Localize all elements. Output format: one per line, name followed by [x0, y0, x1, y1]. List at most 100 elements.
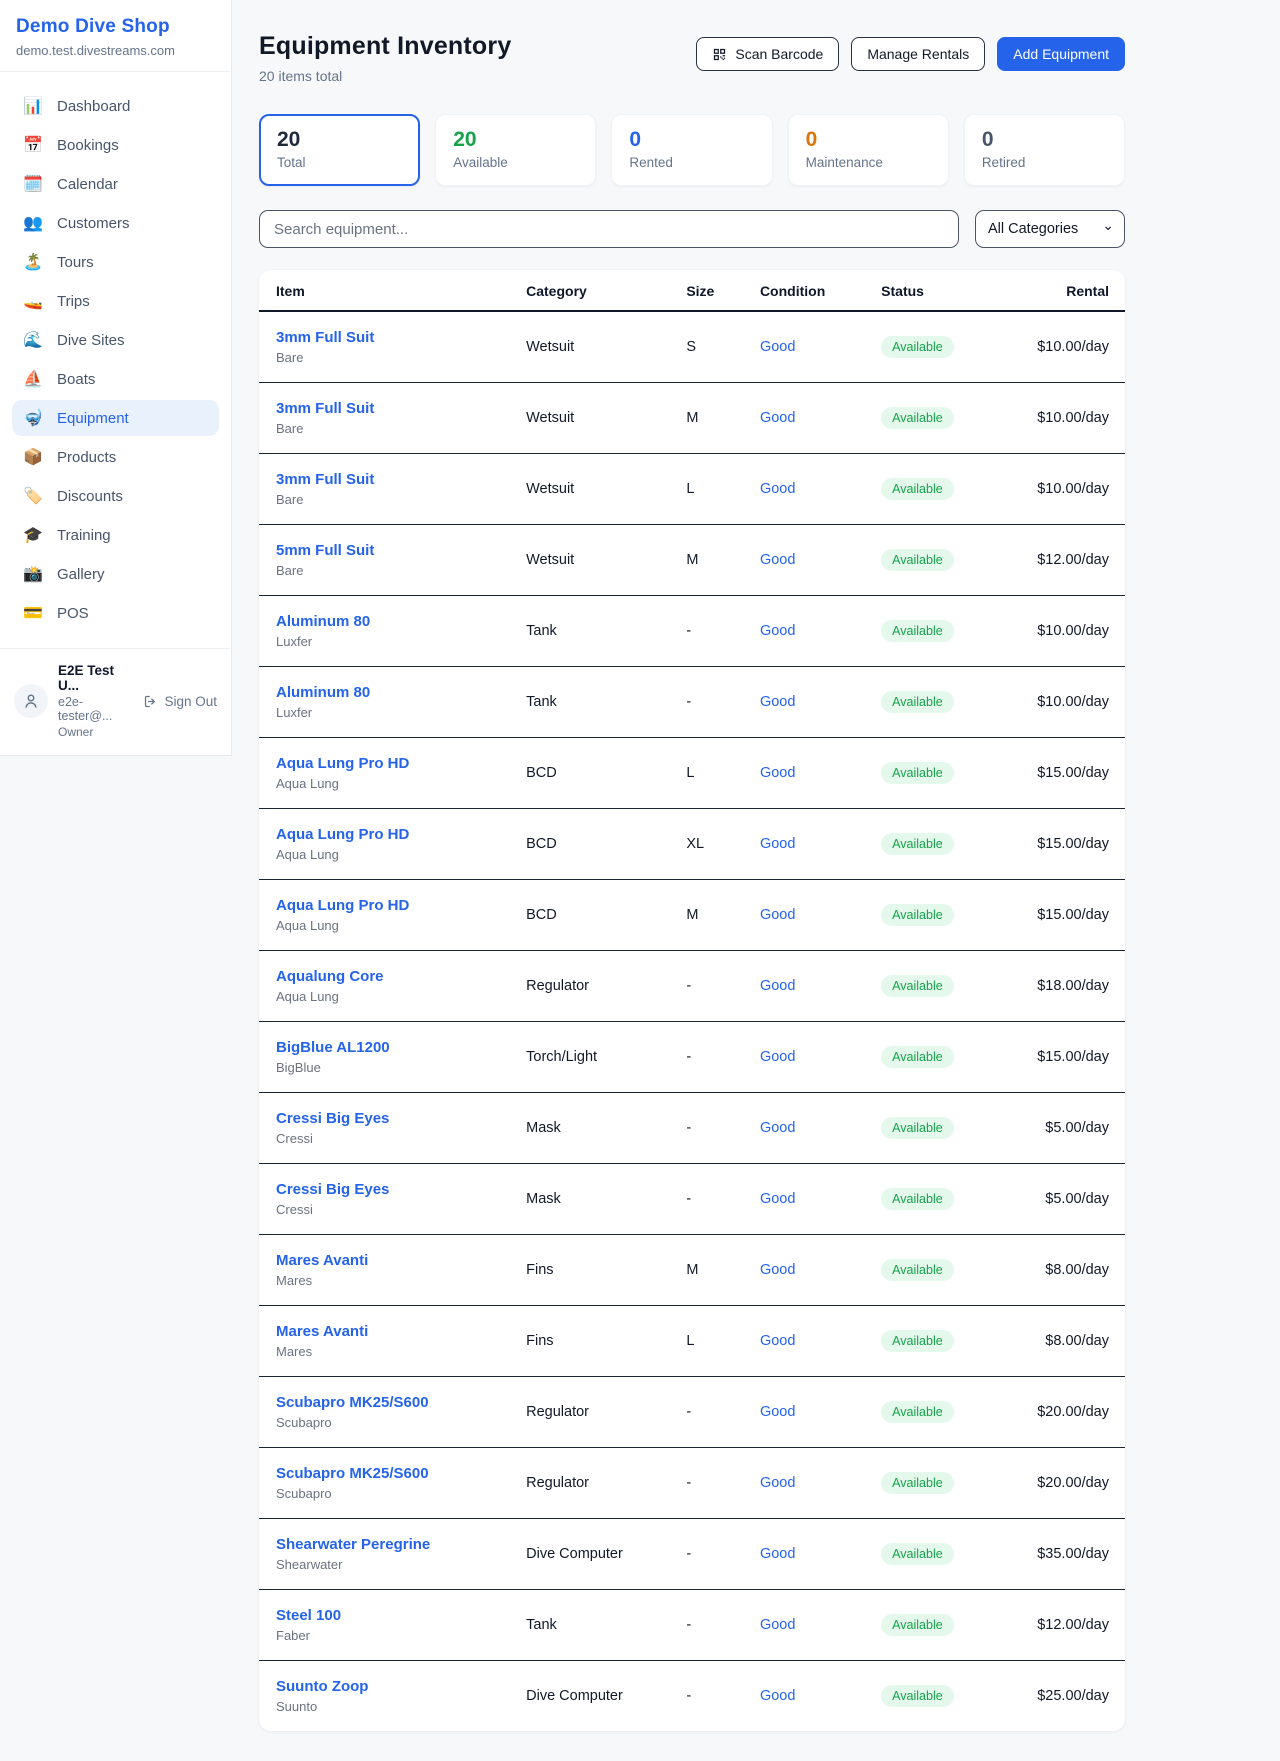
item-name-link[interactable]: Aluminum 80 [276, 684, 370, 701]
add-equipment-button[interactable]: Add Equipment [997, 37, 1125, 71]
column-header-rental: Rental [1012, 270, 1125, 311]
rental-cell: $35.00/day [1012, 1519, 1125, 1590]
column-header-condition: Condition [744, 270, 865, 311]
item-name-link[interactable]: 3mm Full Suit [276, 329, 374, 346]
sidebar-item-pos[interactable]: 💳 POS [12, 595, 219, 631]
status-badge: Available [881, 833, 954, 855]
status-cell: Available [865, 596, 1012, 667]
condition-link[interactable]: Good [760, 978, 795, 994]
condition-cell: Good [744, 667, 865, 738]
condition-link[interactable]: Good [760, 1262, 795, 1278]
sidebar-item-gallery[interactable]: 📸 Gallery [12, 556, 219, 592]
item-brand: Faber [276, 1628, 494, 1643]
nav-item-label: Products [57, 449, 116, 466]
item-name-link[interactable]: Aqua Lung Pro HD [276, 897, 409, 914]
condition-link[interactable]: Good [760, 907, 795, 923]
nav-item-icon: 🗓️ [22, 174, 44, 194]
condition-link[interactable]: Good [760, 1404, 795, 1420]
item-cell: BigBlue AL1200 BigBlue [259, 1022, 510, 1093]
status-cell: Available [865, 738, 1012, 809]
sidebar-item-training[interactable]: 🎓 Training [12, 517, 219, 553]
condition-link[interactable]: Good [760, 1049, 795, 1065]
stat-card-retired[interactable]: 0 Retired [964, 114, 1125, 186]
status-badge: Available [881, 1401, 954, 1423]
item-name-link[interactable]: Scubapro MK25/S600 [276, 1465, 429, 1482]
condition-link[interactable]: Good [760, 1333, 795, 1349]
item-name-link[interactable]: 5mm Full Suit [276, 542, 374, 559]
sidebar-item-dive-sites[interactable]: 🌊 Dive Sites [12, 322, 219, 358]
sidebar-item-trips[interactable]: 🚤 Trips [12, 283, 219, 319]
condition-link[interactable]: Good [760, 410, 795, 426]
stat-card-rented[interactable]: 0 Rented [611, 114, 772, 186]
sidebar-item-boats[interactable]: ⛵ Boats [12, 361, 219, 397]
sidebar-item-dashboard[interactable]: 📊 Dashboard [12, 88, 219, 124]
stat-card-maintenance[interactable]: 0 Maintenance [788, 114, 949, 186]
item-name-link[interactable]: Aqualung Core [276, 968, 384, 985]
manage-rentals-button[interactable]: Manage Rentals [851, 37, 985, 71]
item-name-link[interactable]: Aqua Lung Pro HD [276, 755, 409, 772]
item-name-link[interactable]: 3mm Full Suit [276, 471, 374, 488]
sidebar-item-tours[interactable]: 🏝️ Tours [12, 244, 219, 280]
item-cell: Scubapro MK25/S600 Scubapro [259, 1377, 510, 1448]
sidebar-item-equipment[interactable]: 🤿 Equipment [12, 400, 219, 436]
size-cell: L [670, 454, 744, 525]
category-select[interactable]: All Categories [975, 210, 1125, 248]
status-badge: Available [881, 336, 954, 358]
search-input[interactable] [259, 210, 959, 248]
item-name-link[interactable]: Steel 100 [276, 1607, 341, 1624]
main-content: Equipment Inventory 20 items total Scan … [259, 0, 1125, 1761]
nav-item-label: Bookings [57, 137, 119, 154]
item-name-link[interactable]: Cressi Big Eyes [276, 1110, 389, 1127]
sidebar-item-discounts[interactable]: 🏷️ Discounts [12, 478, 219, 514]
condition-link[interactable]: Good [760, 552, 795, 568]
item-name-link[interactable]: Aqua Lung Pro HD [276, 826, 409, 843]
item-name-link[interactable]: Shearwater Peregrine [276, 1536, 430, 1553]
sidebar-item-bookings[interactable]: 📅 Bookings [12, 127, 219, 163]
rental-cell: $10.00/day [1012, 311, 1125, 383]
condition-link[interactable]: Good [760, 339, 795, 355]
column-header-item: Item [259, 270, 510, 311]
condition-cell: Good [744, 383, 865, 454]
status-badge: Available [881, 762, 954, 784]
size-cell: - [670, 1022, 744, 1093]
condition-link[interactable]: Good [760, 1475, 795, 1491]
condition-link[interactable]: Good [760, 765, 795, 781]
status-cell: Available [865, 1022, 1012, 1093]
item-name-link[interactable]: BigBlue AL1200 [276, 1039, 390, 1056]
category-cell: Dive Computer [510, 1519, 670, 1590]
nav-item-label: Customers [57, 215, 130, 232]
condition-link[interactable]: Good [760, 1617, 795, 1633]
item-cell: Cressi Big Eyes Cressi [259, 1093, 510, 1164]
item-name-link[interactable]: Mares Avanti [276, 1252, 368, 1269]
user-box: E2E Test U... e2e-tester@... Owner Sign … [0, 648, 231, 755]
stat-card-available[interactable]: 20 Available [435, 114, 596, 186]
sidebar-item-calendar[interactable]: 🗓️ Calendar [12, 166, 219, 202]
item-name-link[interactable]: Mares Avanti [276, 1323, 368, 1340]
item-cell: Aluminum 80 Luxfer [259, 667, 510, 738]
item-name-link[interactable]: Suunto Zoop [276, 1678, 368, 1695]
condition-link[interactable]: Good [760, 1120, 795, 1136]
condition-link[interactable]: Good [760, 836, 795, 852]
item-name-link[interactable]: Scubapro MK25/S600 [276, 1394, 429, 1411]
item-name-link[interactable]: 3mm Full Suit [276, 400, 374, 417]
condition-link[interactable]: Good [760, 694, 795, 710]
item-name-link[interactable]: Aluminum 80 [276, 613, 370, 630]
condition-link[interactable]: Good [760, 1546, 795, 1562]
category-cell: Mask [510, 1164, 670, 1235]
condition-link[interactable]: Good [760, 623, 795, 639]
sidebar-item-products[interactable]: 📦 Products [12, 439, 219, 475]
category-cell: Regulator [510, 951, 670, 1022]
rental-cell: $20.00/day [1012, 1448, 1125, 1519]
stat-card-total[interactable]: 20 Total [259, 114, 420, 186]
status-badge: Available [881, 549, 954, 571]
condition-cell: Good [744, 1022, 865, 1093]
item-cell: Suunto Zoop Suunto [259, 1661, 510, 1732]
sidebar-item-customers[interactable]: 👥 Customers [12, 205, 219, 241]
sign-out-button[interactable]: Sign Out [143, 694, 217, 709]
condition-link[interactable]: Good [760, 481, 795, 497]
item-name-link[interactable]: Cressi Big Eyes [276, 1181, 389, 1198]
condition-link[interactable]: Good [760, 1191, 795, 1207]
table-row: 3mm Full Suit Bare Wetsuit L Good Availa… [259, 454, 1125, 525]
condition-link[interactable]: Good [760, 1688, 795, 1704]
scan-barcode-button[interactable]: Scan Barcode [696, 37, 839, 71]
